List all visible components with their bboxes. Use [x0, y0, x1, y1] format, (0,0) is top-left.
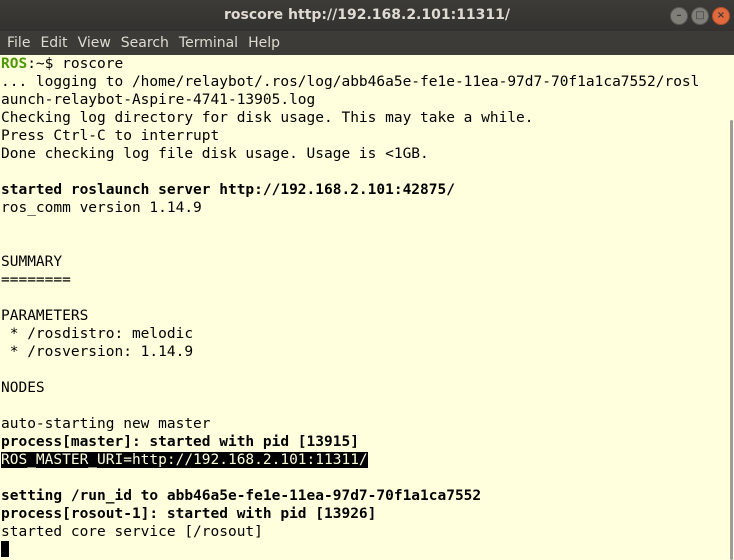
terminal-window: roscore http://192.168.2.101:11311/ – □ …: [0, 0, 734, 560]
selection-highlight[interactable]: ROS_MASTER_URI=http://192.168.2.101:1131…: [1, 452, 368, 468]
output-line: aunch-relaybot-Aspire-4741-13905.log: [1, 92, 316, 108]
output-line: auto-starting new master: [1, 416, 211, 432]
menu-file[interactable]: File: [2, 31, 35, 55]
output-line: process[rosout-1]: started with pid [139…: [1, 506, 377, 522]
menu-edit[interactable]: Edit: [35, 31, 72, 55]
output-line: PARAMETERS: [1, 308, 89, 324]
output-line: started core service [/rosout]: [1, 524, 263, 540]
selected-line[interactable]: ROS_MASTER_URI=http://192.168.2.101:1131…: [0, 451, 725, 469]
output-line: SUMMARY: [1, 254, 63, 270]
output-line: Done checking log file disk usage. Usage…: [1, 146, 429, 162]
output-line: * /rosversion: 1.14.9: [1, 344, 194, 360]
text-cursor: [1, 541, 9, 557]
output-line: ... logging to /home/relaybot/.ros/log/a…: [1, 74, 700, 90]
terminal-output[interactable]: ROS:~$ roscore ... logging to /home/rela…: [0, 55, 725, 560]
output-line: NODES: [1, 380, 45, 396]
prompt-command: :~$ roscore: [27, 56, 124, 72]
menu-help[interactable]: Help: [243, 31, 285, 55]
menu-bar: File Edit View Search Terminal Help: [0, 31, 734, 55]
output-line: setting /run_id to abb46a5e-fe1e-11ea-97…: [1, 488, 482, 504]
scrollbar-thumb[interactable]: [730, 120, 733, 560]
minimize-button[interactable]: –: [670, 7, 688, 25]
menu-search[interactable]: Search: [116, 31, 174, 55]
output-line: ros_comm version 1.14.9: [1, 200, 202, 216]
title-bar[interactable]: roscore http://192.168.2.101:11311/ – □ …: [0, 0, 734, 31]
window-controls: – □ ×: [670, 7, 730, 25]
output-line: Press Ctrl-C to interrupt: [1, 128, 220, 144]
close-button[interactable]: ×: [712, 7, 730, 25]
output-line: Checking log directory for disk usage. T…: [1, 110, 534, 126]
menu-view[interactable]: View: [73, 31, 116, 55]
output-line: process[master]: started with pid [13915…: [1, 434, 359, 450]
cursor-line: [0, 541, 725, 559]
prompt-host: ROS: [1, 56, 28, 72]
scrollbar[interactable]: [725, 55, 734, 560]
output-line: ========: [1, 272, 71, 288]
maximize-button[interactable]: □: [691, 7, 709, 25]
output-line: started roslaunch server http://192.168.…: [1, 182, 455, 198]
output-line: * /rosdistro: melodic: [1, 326, 194, 342]
menu-terminal[interactable]: Terminal: [174, 31, 243, 55]
window-title: roscore http://192.168.2.101:11311/: [223, 7, 511, 23]
prompt-line: ROS:~$ roscore: [0, 55, 725, 73]
